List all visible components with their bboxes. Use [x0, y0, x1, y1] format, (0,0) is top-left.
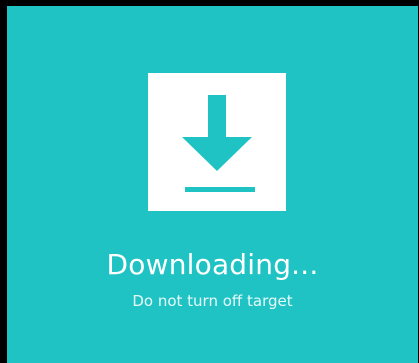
download-icon-card	[148, 73, 286, 211]
download-icon	[182, 95, 255, 192]
download-screen: Downloading... Do not turn off target	[7, 6, 418, 363]
downloading-title: Downloading...	[106, 248, 319, 281]
warning-subtitle: Do not turn off target	[132, 292, 293, 310]
